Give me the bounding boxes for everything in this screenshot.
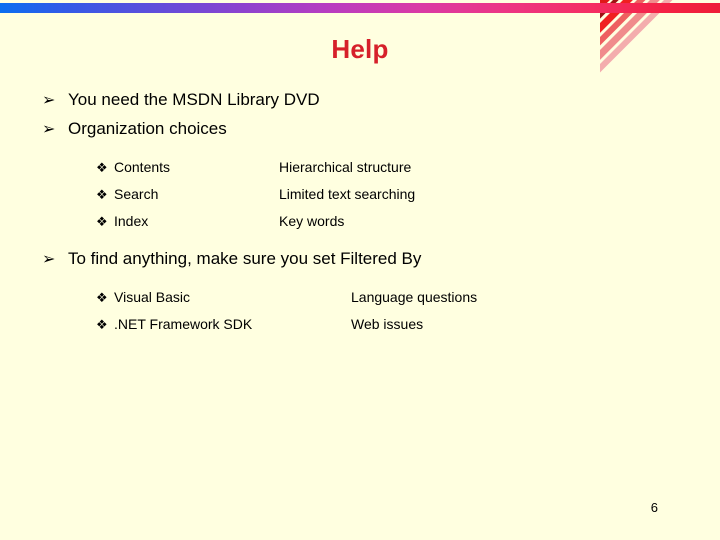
sub-bullet-group-organization: ❖ Contents Hierarchical structure ❖ Sear… — [42, 154, 662, 235]
sub-bullet-item-visual-basic: ❖ Visual Basic Language questions — [42, 284, 662, 311]
sub-bullet-name: Index — [114, 213, 149, 229]
sub-bullet-name: .NET Framework SDK — [114, 316, 253, 332]
arrow-bullet-icon: ➢ — [42, 121, 56, 138]
slide-body: ➢ You need the MSDN Library DVD ➢ Organi… — [42, 86, 662, 348]
arrow-bullet-icon: ➢ — [42, 92, 56, 109]
diamond-bullet-icon: ❖ — [96, 160, 108, 175]
bullet-item-msdn-dvd: ➢ You need the MSDN Library DVD — [42, 86, 662, 115]
arrow-bullet-icon: ➢ — [42, 251, 56, 268]
sub-bullet-description: Web issues — [351, 316, 424, 332]
sub-bullet-item-contents: ❖ Contents Hierarchical structure — [42, 154, 662, 181]
bullet-label: Organization choices — [68, 119, 227, 138]
sub-bullet-name: Contents — [114, 159, 171, 175]
page-number: 6 — [650, 500, 658, 515]
sub-bullet-item-index: ❖ Index Key words — [42, 208, 662, 235]
slide-canvas: Help ➢ You need the MSDN Library DVD ➢ O… — [0, 0, 720, 540]
sub-bullet-group-filtered-by: ❖ Visual Basic Language questions ❖ .NET… — [42, 284, 662, 338]
sub-bullet-description: Language questions — [351, 289, 478, 305]
slide-title: Help — [331, 34, 389, 64]
sub-bullet-item-search: ❖ Search Limited text searching — [42, 181, 662, 208]
sub-bullet-item-net-framework-sdk: ❖ .NET Framework SDK Web issues — [42, 311, 662, 338]
sub-bullet-description: Hierarchical structure — [279, 159, 412, 175]
diamond-bullet-icon: ❖ — [96, 214, 108, 229]
sub-bullet-description: Limited text searching — [279, 186, 416, 202]
diamond-bullet-icon: ❖ — [96, 290, 108, 305]
sub-bullet-description: Key words — [279, 213, 345, 229]
bullet-item-filtered-by: ➢ To find anything, make sure you set Fi… — [42, 245, 662, 274]
bullet-label: To find anything, make sure you set Filt… — [68, 249, 422, 268]
bullet-item-organization-choices: ➢ Organization choices — [42, 115, 662, 144]
diamond-bullet-icon: ❖ — [96, 187, 108, 202]
diamond-bullet-icon: ❖ — [96, 317, 108, 332]
sub-bullet-name: Search — [114, 186, 159, 202]
top-gradient-bar — [0, 3, 720, 13]
sub-bullet-name: Visual Basic — [114, 289, 191, 305]
bullet-label: You need the MSDN Library DVD — [68, 90, 320, 109]
